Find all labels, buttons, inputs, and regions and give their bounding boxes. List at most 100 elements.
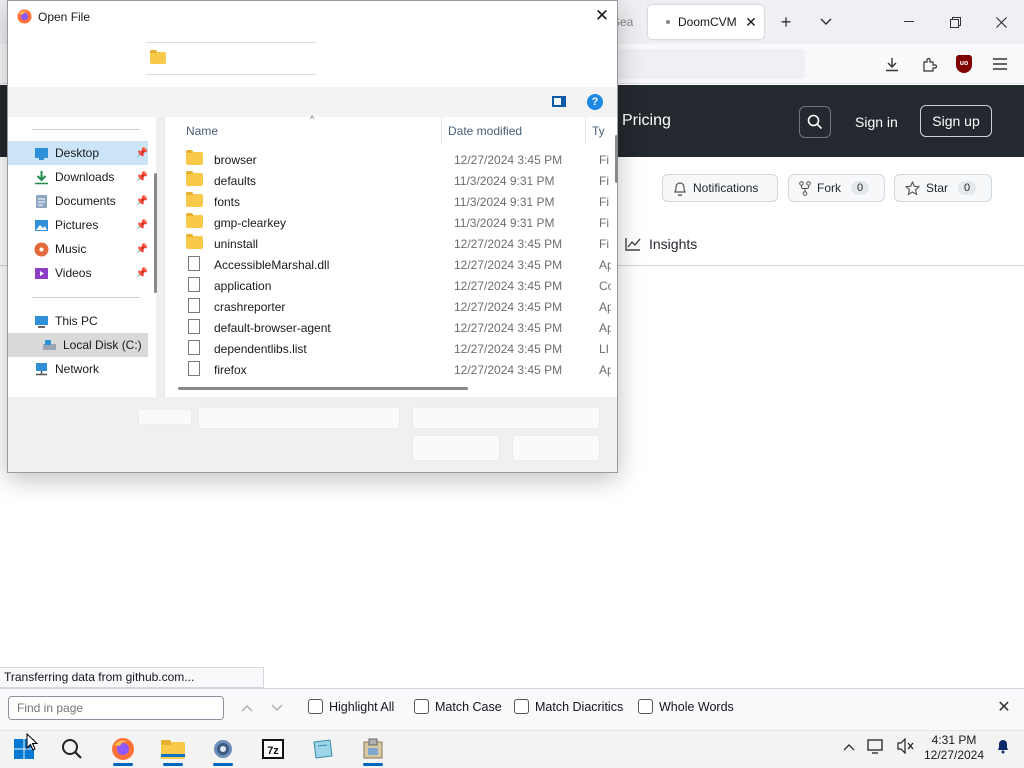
menu-icon[interactable] bbox=[990, 54, 1010, 74]
drive-icon bbox=[43, 339, 56, 350]
file-row[interactable]: firefox 12/27/2024 3:45 PM Ap bbox=[186, 359, 616, 380]
file-row[interactable]: gmp-clearkey 11/3/2024 9:31 PM Fi bbox=[186, 212, 616, 233]
divider[interactable] bbox=[441, 117, 442, 143]
file-row[interactable]: fonts 11/3/2024 9:31 PM Fi bbox=[186, 191, 616, 212]
file-row[interactable]: browser 12/27/2024 3:45 PM Fi bbox=[186, 149, 616, 170]
nav-item-music[interactable]: Music 📌 bbox=[8, 237, 148, 261]
nav-label: Music bbox=[55, 242, 87, 256]
open-file-dialog: Open File ✕ ? Desktop 📌 Downloads 📌 Docu… bbox=[7, 0, 618, 473]
network-icon[interactable] bbox=[867, 738, 885, 757]
file-row[interactable]: uninstall 12/27/2024 3:45 PM Fi bbox=[186, 233, 616, 254]
cancel-button[interactable] bbox=[512, 435, 600, 461]
file-icon bbox=[186, 298, 200, 313]
nav-label: Network bbox=[55, 362, 100, 376]
tab-close-icon[interactable]: ✕ bbox=[744, 14, 758, 31]
file-type: Co bbox=[599, 279, 611, 293]
volume-muted-icon[interactable] bbox=[897, 737, 915, 757]
search-button[interactable] bbox=[799, 106, 831, 138]
address-box[interactable] bbox=[146, 42, 316, 75]
checkbox-box[interactable] bbox=[638, 699, 653, 714]
find-close-icon[interactable]: ✕ bbox=[994, 698, 1014, 718]
clock[interactable]: 4:31 PM 12/27/2024 bbox=[918, 733, 990, 763]
taskbar-settings[interactable] bbox=[203, 731, 243, 767]
notification-bell-icon[interactable] bbox=[996, 738, 1010, 757]
firefox-icon bbox=[112, 738, 134, 760]
checkbox-box[interactable] bbox=[514, 699, 529, 714]
nav-item-desktop[interactable]: Desktop 📌 bbox=[8, 141, 148, 165]
nav-item-network[interactable]: Network bbox=[8, 357, 148, 381]
extensions-icon[interactable] bbox=[919, 54, 939, 74]
file-row[interactable]: AccessibleMarshal.dll 12/27/2024 3:45 PM A… bbox=[186, 254, 616, 275]
minimize-icon[interactable] bbox=[899, 12, 919, 32]
file-type-select[interactable] bbox=[412, 407, 600, 429]
column-header-date[interactable]: Date modified bbox=[448, 124, 522, 138]
horizontal-scrollbar[interactable] bbox=[178, 387, 468, 390]
nav-item-pictures[interactable]: Pictures 📌 bbox=[8, 213, 148, 237]
highlight-all-checkbox[interactable]: Highlight All bbox=[308, 699, 394, 714]
star-button[interactable]: Star 0 bbox=[894, 174, 992, 202]
sign-in-link[interactable]: Sign in bbox=[855, 114, 898, 130]
nav-item-documents[interactable]: Documents 📌 bbox=[8, 189, 148, 213]
tab-active[interactable]: DoomCVM ✕ bbox=[648, 5, 764, 39]
taskbar-7zip[interactable]: 7z bbox=[253, 731, 293, 767]
taskbar-package[interactable] bbox=[353, 731, 393, 767]
dialog-titlebar[interactable]: Open File ✕ bbox=[8, 1, 617, 32]
nav-pricing[interactable]: Pricing bbox=[622, 112, 671, 130]
download-icon[interactable] bbox=[882, 54, 902, 74]
divider bbox=[617, 265, 1024, 266]
taskbar-app[interactable] bbox=[303, 731, 343, 767]
tray-overflow-icon[interactable] bbox=[843, 738, 855, 754]
tab-insights[interactable]: Insights bbox=[625, 236, 697, 252]
url-bar[interactable] bbox=[617, 49, 805, 79]
file-row[interactable]: application 12/27/2024 3:45 PM Co bbox=[186, 275, 616, 296]
nav-scrollbar[interactable] bbox=[154, 173, 157, 293]
file-row[interactable]: dependentlibs.list 12/27/2024 3:45 PM LI bbox=[186, 338, 616, 359]
file-icon bbox=[186, 277, 200, 292]
close-icon[interactable] bbox=[991, 12, 1011, 32]
restore-icon[interactable] bbox=[945, 12, 965, 32]
nav-item-this-pc[interactable]: This PC bbox=[8, 309, 148, 333]
help-icon[interactable]: ? bbox=[587, 94, 603, 110]
nav-item-local-disk[interactable]: Local Disk (C:) bbox=[8, 333, 148, 357]
ublock-icon[interactable]: uo bbox=[956, 55, 972, 73]
match-case-label: Match Case bbox=[435, 699, 502, 714]
checkbox-box[interactable] bbox=[308, 699, 323, 714]
file-row[interactable]: crashreporter 12/27/2024 3:45 PM Ap bbox=[186, 296, 616, 317]
nav-item-videos[interactable]: Videos 📌 bbox=[8, 261, 148, 285]
taskbar-file-explorer[interactable] bbox=[153, 731, 193, 767]
find-next-button[interactable] bbox=[267, 698, 287, 718]
file-row[interactable]: defaults 11/3/2024 9:31 PM Fi bbox=[186, 170, 616, 191]
plus-icon[interactable]: + bbox=[776, 12, 796, 32]
column-header-name[interactable]: Name bbox=[186, 124, 218, 138]
match-diacritics-checkbox[interactable]: Match Diacritics bbox=[514, 699, 623, 714]
checkbox-box[interactable] bbox=[414, 699, 429, 714]
file-name: AccessibleMarshal.dll bbox=[214, 258, 330, 272]
fork-button[interactable]: Fork 0 bbox=[788, 174, 885, 202]
column-header-type[interactable]: Ty bbox=[592, 124, 606, 138]
vertical-scrollbar[interactable] bbox=[615, 135, 618, 183]
taskbar-firefox[interactable] bbox=[103, 731, 143, 767]
computer-icon bbox=[35, 315, 48, 328]
find-previous-button[interactable] bbox=[237, 698, 257, 718]
file-row[interactable]: default-browser-agent 12/27/2024 3:45 PM A… bbox=[186, 317, 616, 338]
chevron-down-icon[interactable] bbox=[816, 12, 836, 32]
find-input[interactable] bbox=[8, 696, 224, 720]
active-indicator bbox=[113, 763, 133, 766]
preview-pane-icon[interactable] bbox=[552, 96, 566, 107]
pictures-icon bbox=[35, 219, 48, 231]
match-case-checkbox[interactable]: Match Case bbox=[414, 699, 502, 714]
close-icon[interactable]: ✕ bbox=[592, 6, 612, 26]
filename-input[interactable] bbox=[198, 407, 400, 429]
taskbar-search[interactable] bbox=[52, 731, 92, 767]
clock-date: 12/27/2024 bbox=[923, 748, 985, 762]
sign-up-button[interactable]: Sign up bbox=[920, 105, 992, 137]
start-button[interactable] bbox=[4, 731, 44, 767]
divider[interactable] bbox=[585, 117, 586, 143]
graph-icon bbox=[625, 238, 641, 251]
notifications-button[interactable]: Notifications bbox=[662, 174, 778, 202]
file-type: Ap bbox=[599, 300, 611, 314]
whole-words-checkbox[interactable]: Whole Words bbox=[638, 699, 734, 714]
open-button[interactable] bbox=[412, 435, 500, 461]
dialog-footer bbox=[8, 397, 617, 472]
nav-item-downloads[interactable]: Downloads 📌 bbox=[8, 165, 148, 189]
